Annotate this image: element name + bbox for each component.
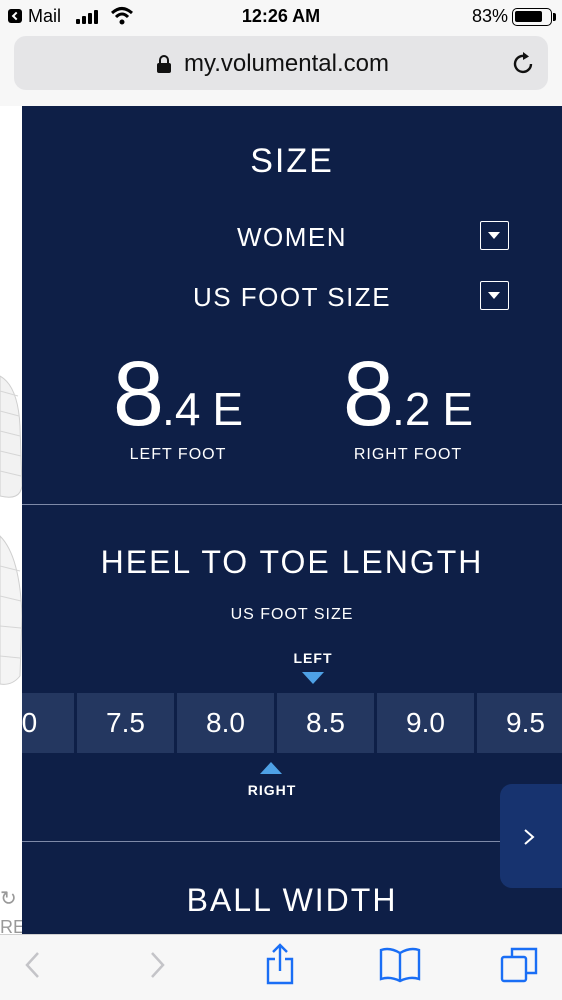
- heel-to-toe-subtitle: US FOOT SIZE: [230, 606, 354, 623]
- scale-cell: 8.0: [177, 693, 274, 753]
- right-size-fraction: .2: [392, 383, 431, 435]
- left-size-width: E: [212, 383, 244, 435]
- battery-percentage: 83%: [471, 6, 508, 26]
- browser-address-area: my.volumental.com: [0, 34, 562, 106]
- forward-chevron-right-icon[interactable]: [148, 949, 168, 981]
- left-size-whole: 8: [112, 343, 164, 445]
- back-chevron-left-icon[interactable]: [22, 949, 42, 981]
- size-panel: SIZE WOMEN US FOOT SIZE 8.4 E LEFT FOOT 8…: [22, 106, 562, 934]
- left-marker-arrow-icon: [302, 672, 324, 684]
- chevron-right-icon: [524, 829, 535, 845]
- right-size-width: E: [442, 383, 474, 435]
- lock-icon: [157, 55, 171, 73]
- browser-toolbar: [0, 934, 562, 1000]
- chevron-down-icon[interactable]: [480, 281, 509, 310]
- ball-width-title: BALL WIDTH: [186, 882, 398, 918]
- battery-tip: [553, 13, 556, 21]
- right-marker-arrow-icon: [260, 762, 282, 774]
- left-foot-label: LEFT FOOT: [129, 446, 227, 463]
- right-foot-size: 8.2 E RIGHT FOOT: [288, 342, 528, 464]
- size-system-select[interactable]: US FOOT SIZE: [22, 278, 562, 318]
- size-title: SIZE: [250, 142, 334, 180]
- chevron-down-icon[interactable]: [480, 221, 509, 250]
- rotate-icon: ↻: [0, 888, 17, 910]
- share-icon[interactable]: [264, 943, 296, 985]
- scale-cell: 8.5: [277, 693, 374, 753]
- tabs-icon[interactable]: [500, 945, 540, 985]
- battery-icon: [512, 8, 552, 26]
- status-bar: Mail 12:26 AM 83%: [0, 0, 562, 34]
- gender-select[interactable]: WOMEN: [22, 218, 562, 258]
- heel-to-toe-title: HEEL TO TOE LENGTH: [100, 544, 484, 580]
- battery-level: [515, 11, 542, 22]
- reload-icon[interactable]: [510, 49, 536, 77]
- left-size-fraction: .4: [162, 383, 201, 435]
- divider: [22, 504, 562, 505]
- right-marker-label: RIGHT: [247, 782, 297, 798]
- background-page: ↻ RE VI: [0, 106, 25, 963]
- scale-cell: 7.5: [77, 693, 174, 753]
- scale-cell: 9.0: [377, 693, 474, 753]
- next-button[interactable]: [500, 784, 562, 888]
- right-foot-label: RIGHT FOOT: [353, 446, 463, 463]
- scale-cell: 9.5: [477, 693, 562, 753]
- url-text[interactable]: my.volumental.com: [184, 50, 389, 78]
- book-icon[interactable]: [378, 947, 422, 983]
- divider: [22, 841, 562, 842]
- scale-cell: .0: [22, 693, 74, 753]
- foot-scan-image: [0, 375, 23, 685]
- size-scale[interactable]: .0 7.5 8.0 8.5 9.0 9.5: [22, 693, 562, 753]
- right-size-whole: 8: [342, 343, 394, 445]
- left-marker-label: LEFT: [293, 650, 333, 666]
- address-bar[interactable]: my.volumental.com: [14, 36, 548, 90]
- left-foot-size: 8.4 E LEFT FOOT: [58, 342, 298, 464]
